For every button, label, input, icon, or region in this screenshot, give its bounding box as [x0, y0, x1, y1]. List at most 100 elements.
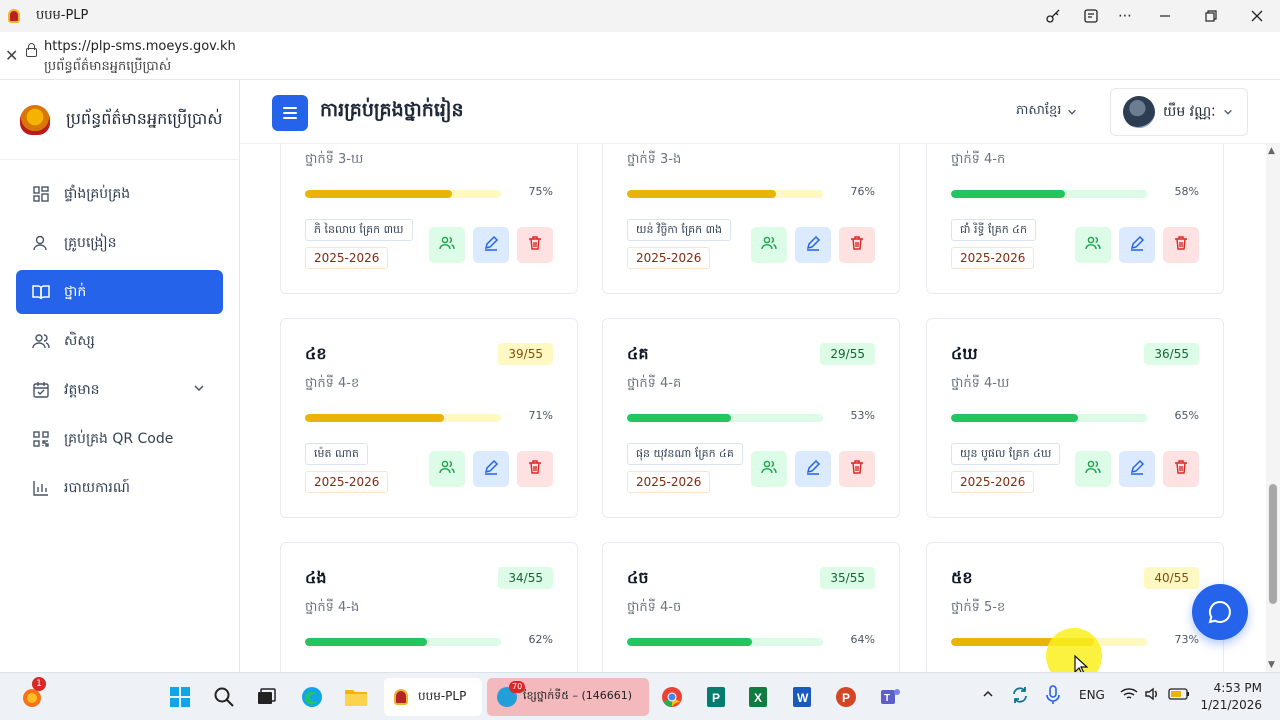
- tray-overflow-icon[interactable]: [982, 688, 994, 703]
- close-icon[interactable]: ✕: [5, 46, 18, 65]
- page-header: ការគ្រប់គ្រងថ្នាក់រៀន ភាសាខ្មែរ យឹម វណ្ណ…: [240, 80, 1280, 144]
- key-icon[interactable]: [1038, 4, 1068, 28]
- members-button[interactable]: [1075, 227, 1111, 263]
- language-selector[interactable]: ភាសាខ្មែរ: [1016, 102, 1077, 121]
- sidebar-item-teachers[interactable]: គ្រូបង្រៀន: [16, 221, 223, 265]
- teams-icon[interactable]: T: [874, 681, 906, 713]
- chrome-icon[interactable]: [656, 681, 688, 713]
- progress-bar: [627, 190, 823, 198]
- edit-button[interactable]: [1119, 451, 1155, 487]
- minimize-button[interactable]: [1150, 4, 1180, 28]
- progress-bar: [305, 638, 501, 646]
- delete-button[interactable]: [517, 227, 553, 263]
- class-code: ៤ង: [305, 568, 327, 587]
- microphone-icon[interactable]: [1046, 685, 1060, 708]
- reader-icon[interactable]: [1076, 4, 1106, 28]
- delete-button[interactable]: [517, 451, 553, 487]
- sync-icon[interactable]: [1010, 685, 1030, 708]
- members-button[interactable]: [751, 451, 787, 487]
- language-label: ភាសាខ្មែរ: [1016, 103, 1062, 118]
- delete-button[interactable]: [1163, 227, 1199, 263]
- progress-fill: [951, 414, 1079, 422]
- scroll-up-icon[interactable]: ▲: [1268, 146, 1275, 156]
- class-card[interactable]: ថ្នាក់ទី 3-ង 76% យន់ វិច្ចិកា គ្រែក ៣ង 2025…: [602, 144, 900, 294]
- user-menu[interactable]: យឹម វណ្ណៈ: [1110, 88, 1248, 136]
- class-card[interactable]: ៤គ 29/55 ថ្នាក់ទី 4-គ 53% ផុន យុវនណា គ្រែក ៤…: [602, 318, 900, 518]
- chevron-down-icon[interactable]: [193, 382, 205, 398]
- url-text[interactable]: https://plp-sms.moeys.gov.kh: [44, 39, 236, 54]
- academic-year-tag: 2025-2026: [951, 247, 1035, 269]
- notification-app-icon[interactable]: 1: [16, 677, 48, 713]
- powerpoint-icon[interactable]: P: [830, 681, 862, 713]
- edit-button[interactable]: [795, 451, 831, 487]
- class-card[interactable]: ៤ច 35/55 ថ្នាក់ទី 4-ច 64%: [602, 542, 900, 672]
- close-window-button[interactable]: [1242, 4, 1272, 28]
- sidebar-item-label: គ្រប់គ្រង QR Code: [64, 430, 174, 447]
- svg-text:T: T: [884, 693, 890, 704]
- windows-start-icon[interactable]: [164, 681, 196, 713]
- file-explorer-icon[interactable]: [340, 681, 372, 713]
- excel-icon[interactable]: X: [742, 681, 774, 713]
- class-card[interactable]: ៤ង 34/55 ថ្នាក់ទី 4-ង 62%: [280, 542, 578, 672]
- edge-browser-icon[interactable]: [296, 681, 328, 713]
- members-button[interactable]: [1075, 451, 1111, 487]
- pencil-icon: [483, 235, 499, 255]
- progress-fill: [627, 190, 776, 198]
- wifi-icon[interactable]: [1120, 686, 1138, 705]
- scrollbar-thumb[interactable]: [1269, 484, 1277, 604]
- student-count-badge: 35/55: [820, 567, 875, 589]
- taskbar-app-telegram[interactable]: 70 ខ្សែថ្នាក់ទី៥ – (146661): [487, 678, 649, 716]
- restore-button[interactable]: [1196, 4, 1226, 28]
- users-icon: [439, 235, 455, 255]
- notification-badge: 1: [32, 677, 46, 691]
- trash-icon: [1173, 235, 1189, 255]
- student-count-badge: 29/55: [820, 343, 875, 365]
- edit-button[interactable]: [795, 227, 831, 263]
- task-view-icon[interactable]: [250, 681, 282, 713]
- edit-button[interactable]: [473, 451, 509, 487]
- search-icon[interactable]: [208, 681, 240, 713]
- chat-button[interactable]: [1192, 584, 1248, 640]
- word-icon[interactable]: W: [786, 681, 818, 713]
- delete-button[interactable]: [1163, 451, 1199, 487]
- sidebar-item-classes[interactable]: ថ្នាក់: [16, 270, 223, 314]
- teacher-tag: ជាំ រិទ្ធី គ្រែក ៤ក: [951, 219, 1036, 241]
- class-card[interactable]: ៤ឃ 36/55 ថ្នាក់ទី 4-ឃ 65% យុន បូផល គ្រែក ៤ឃ 2…: [926, 318, 1224, 518]
- volume-icon[interactable]: [1144, 686, 1160, 705]
- class-card[interactable]: ៤ខ 39/55 ថ្នាក់ទី 4-ខ 71% ម៉េត ណាត 2025-2026: [280, 318, 578, 518]
- class-card[interactable]: ថ្នាក់ទី 3-ឃ 75% ភិ នៃលាប គ្រែក ៣ឃ 2025-202…: [280, 144, 578, 294]
- taskbar-app-plp[interactable]: បបម-PLP: [384, 678, 482, 716]
- menu-toggle-button[interactable]: [272, 95, 308, 131]
- taskbar: 1 បបម-PLP 70 ខ្សែថ្នាក់ទី៥ – (146661) P …: [0, 672, 1280, 720]
- members-button[interactable]: [429, 451, 465, 487]
- sidebar-item-attendance[interactable]: វត្តមាន: [16, 368, 223, 412]
- sidebar-item-qr-code[interactable]: គ្រប់គ្រង QR Code: [16, 417, 223, 461]
- progress-fill: [951, 190, 1065, 198]
- edit-button[interactable]: [473, 227, 509, 263]
- class-code: ៤ខ: [305, 344, 327, 363]
- sidebar-item-label: វត្តមាន: [64, 381, 100, 398]
- brand[interactable]: ប្រព័ន្ធព័ត៌មានអ្នកប្រើប្រាស់: [0, 80, 239, 160]
- publisher-icon[interactable]: P: [700, 681, 732, 713]
- members-button[interactable]: [751, 227, 787, 263]
- delete-button[interactable]: [839, 451, 875, 487]
- system-clock[interactable]: 4:53 PM 1/21/2026: [1200, 680, 1262, 714]
- sidebar-item-students[interactable]: សិស្ស: [16, 319, 223, 363]
- members-button[interactable]: [429, 227, 465, 263]
- sidebar-item-dashboard[interactable]: ផ្ទាំងគ្រប់គ្រង: [16, 172, 223, 216]
- class-card[interactable]: ថ្នាក់ទី 4-ក 58% ជាំ រិទ្ធី គ្រែក ៤ក 2025-2…: [926, 144, 1224, 294]
- battery-icon[interactable]: [1168, 688, 1190, 703]
- edit-button[interactable]: [1119, 227, 1155, 263]
- teacher-tag: ម៉េត ណាត: [305, 443, 368, 465]
- sidebar-nav: ផ្ទាំងគ្រប់គ្រង គ្រូបង្រៀន ថ្នាក់ សិស្ស …: [0, 160, 239, 510]
- delete-button[interactable]: [839, 227, 875, 263]
- lock-icon[interactable]: [26, 43, 37, 57]
- scrollbar[interactable]: ▲ ▼: [1266, 144, 1280, 672]
- scroll-down-icon[interactable]: ▼: [1268, 660, 1275, 670]
- input-language[interactable]: ENG: [1079, 688, 1105, 702]
- more-icon[interactable]: ⋯: [1110, 4, 1140, 28]
- sidebar-item-label: ផ្ទាំងគ្រប់គ្រង: [64, 185, 131, 202]
- grade-label: ថ្នាក់ទី 4-ង: [305, 600, 360, 615]
- sidebar-item-reports[interactable]: របាយការណ៍: [16, 466, 223, 510]
- users-icon: [439, 459, 455, 479]
